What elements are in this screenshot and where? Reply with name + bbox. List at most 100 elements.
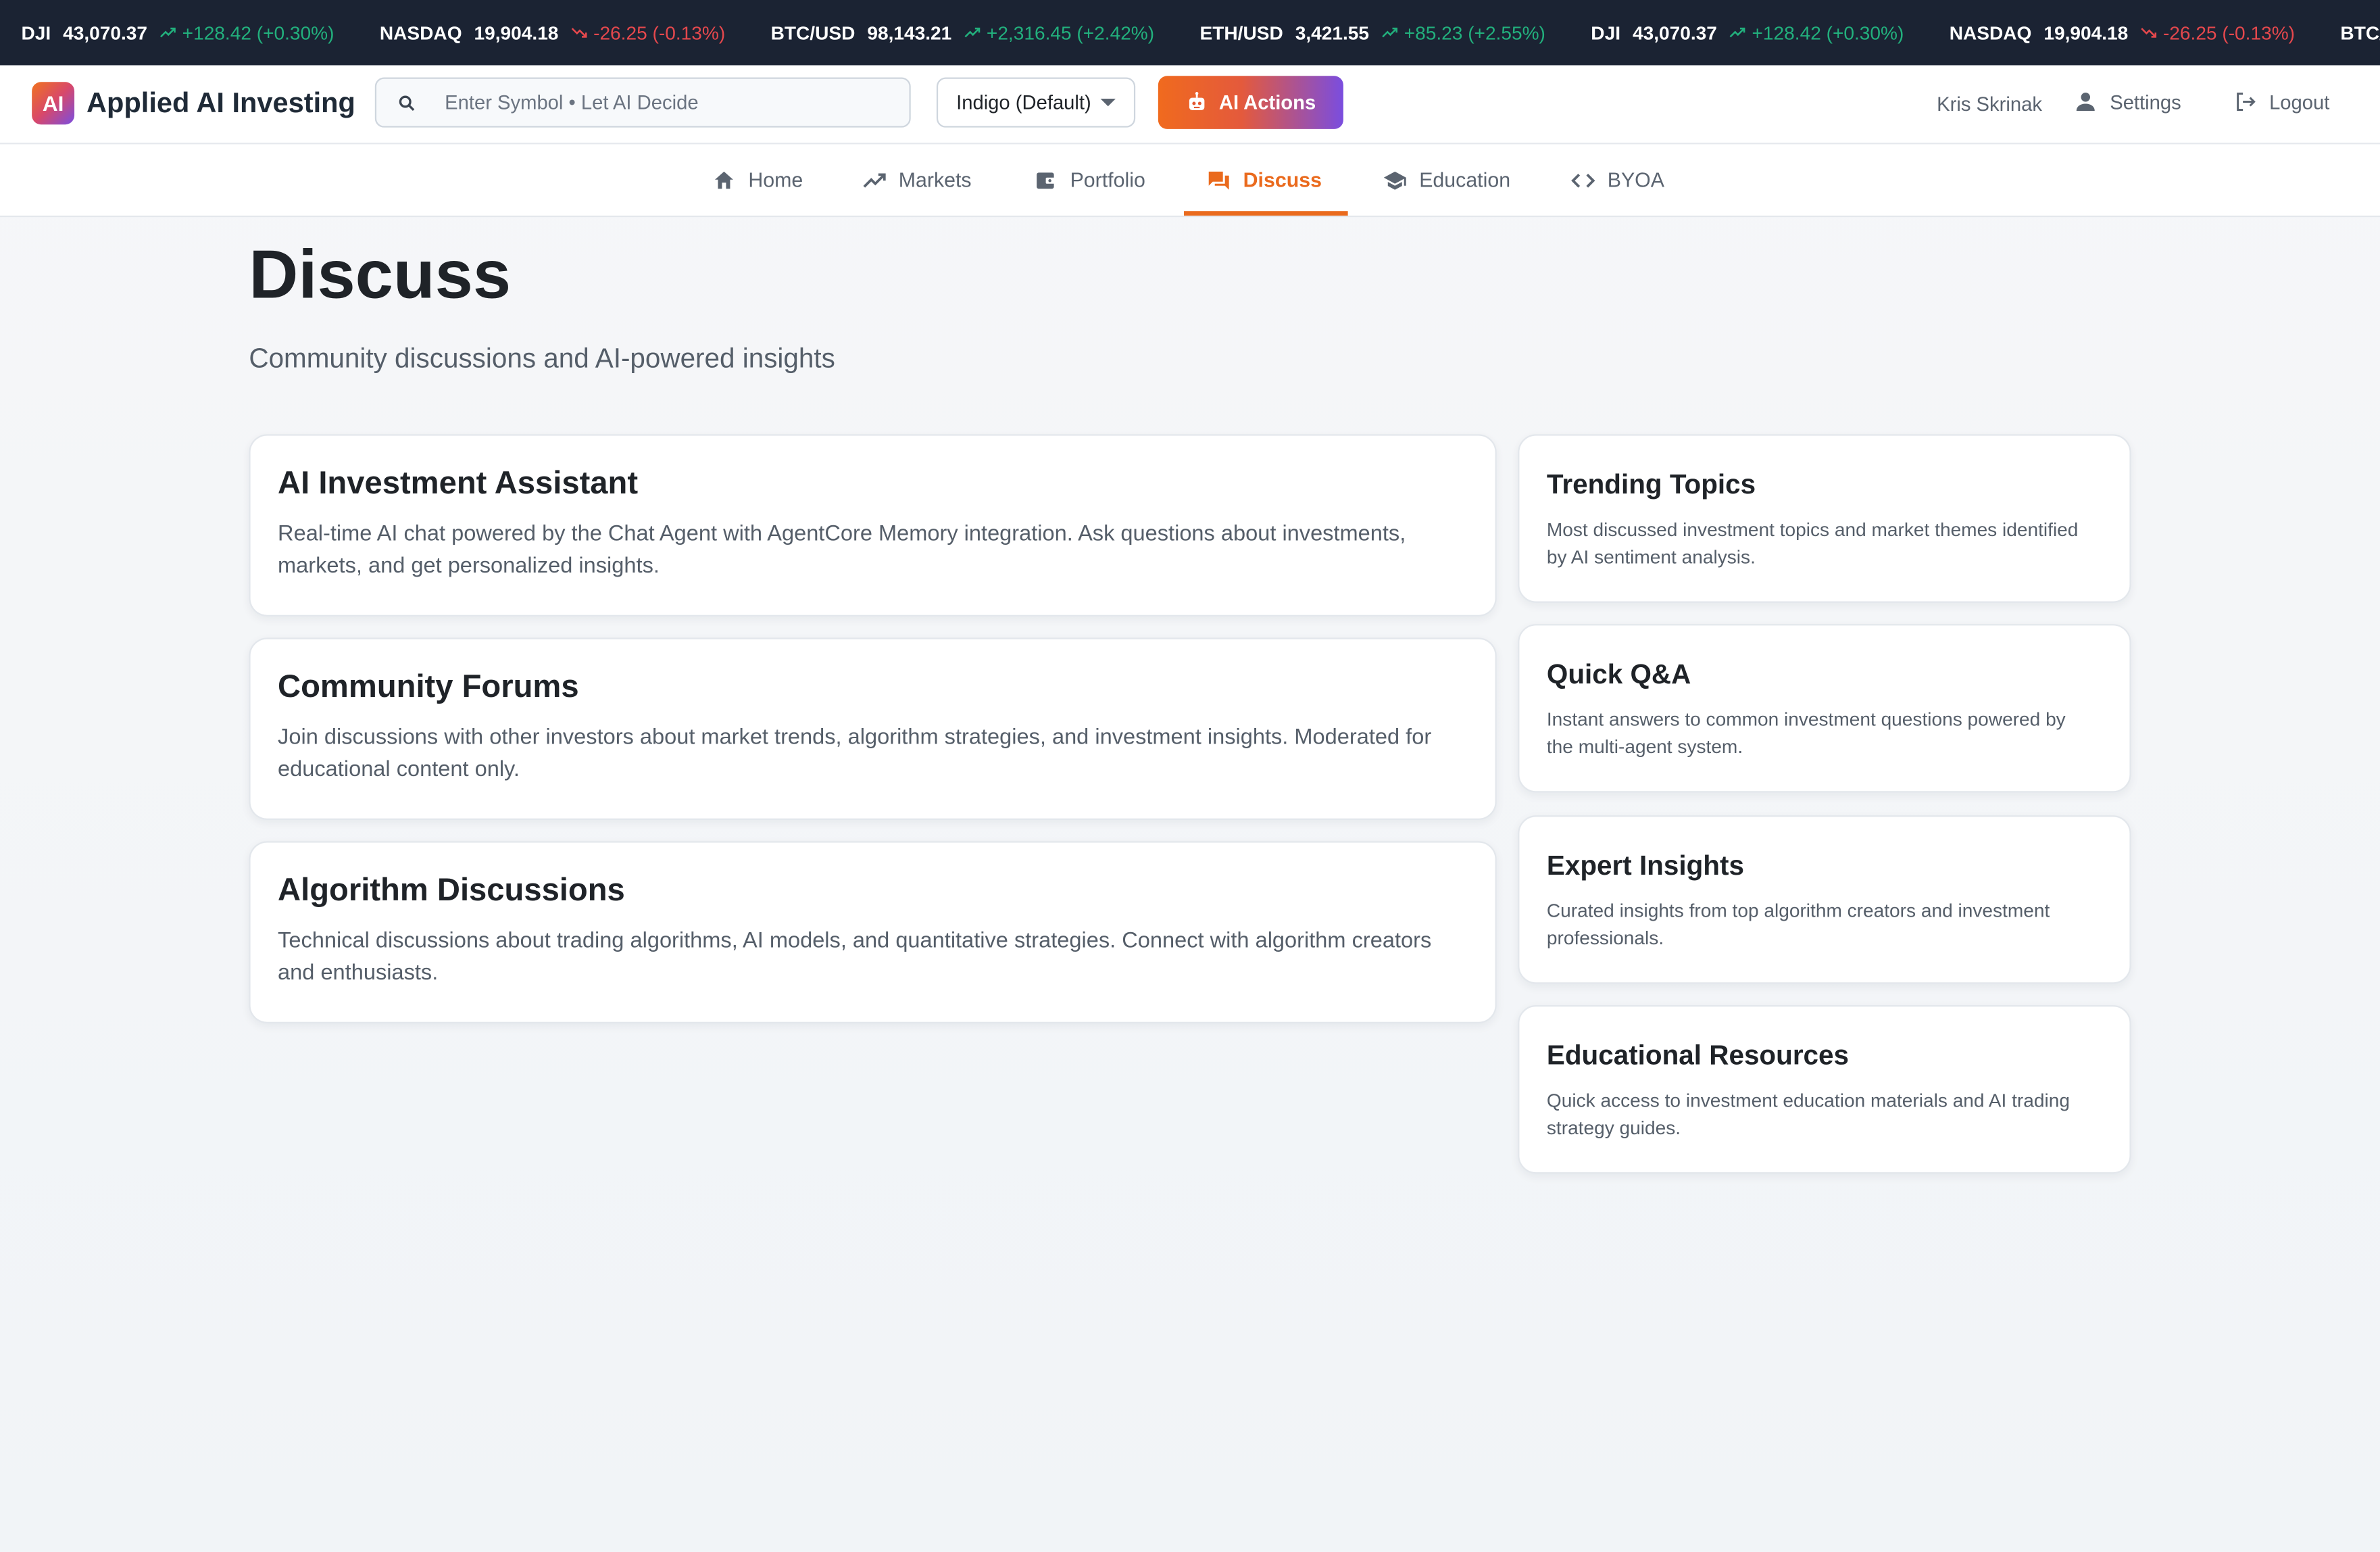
ai-investment-assistant-card[interactable]: AI Investment Assistant Real-time AI cha… (249, 434, 1497, 616)
ticker-change-value: +128.42 (+0.30%) (1752, 22, 1904, 44)
ticker-price: 19,904.18 (2043, 22, 2129, 44)
card-description: Most discussed investment topics and mar… (1546, 519, 2079, 568)
ticker-change-value: -26.25 (-0.13%) (593, 22, 726, 44)
ticker-item[interactable]: NASDAQ 19,904.18 -26.25 (-0.13%) (1950, 22, 2295, 43)
active-tab-indicator (1184, 211, 1348, 216)
trend-down-icon (2141, 28, 2157, 38)
ticker-item[interactable]: NASDAQ 19,904.18 -26.25 (-0.13%) (380, 22, 725, 43)
ticker-symbol: BTC/USD (2340, 22, 2380, 44)
ticker-item[interactable]: DJI 43,070.37 +128.42 (+0.30%) (1591, 22, 1904, 43)
card-title: Expert Insights (1546, 850, 1744, 881)
ticker-change-value: +128.42 (+0.30%) (182, 22, 334, 44)
code-icon (1571, 172, 1595, 187)
ticker-item[interactable]: BTC/USD (2340, 22, 2380, 43)
ai-actions-button[interactable]: AI Actions (1158, 76, 1343, 129)
theme-select[interactable]: Indigo (Default) (936, 77, 1136, 128)
theme-select-value: Indigo (Default) (956, 91, 1091, 114)
ticker-price: 43,070.37 (63, 22, 148, 44)
card-title: Community Forums (278, 669, 579, 705)
nav-tab-discuss[interactable]: Discuss (1207, 144, 1322, 216)
ticker-symbol: DJI (1591, 22, 1620, 44)
card-title: Algorithm Discussions (278, 873, 625, 908)
ticker-change: +128.42 (+0.30%) (1729, 22, 1904, 43)
ticker-change: +2,316.45 (+2.42%) (964, 22, 1154, 43)
settings-label: Settings (2110, 90, 2181, 114)
trend-down-icon (571, 28, 587, 38)
card-title: Trending Topics (1546, 469, 1756, 500)
card-description: Instant answers to common investment que… (1546, 708, 2066, 758)
ai-actions-label: AI Actions (1218, 91, 1316, 114)
card-title: AI Investment Assistant (278, 466, 639, 502)
ticker-change: -26.25 (-0.13%) (2140, 22, 2295, 43)
ticker-change: +128.42 (+0.30%) (159, 22, 334, 43)
algorithm-discussions-card[interactable]: Algorithm Discussions Technical discussi… (249, 841, 1497, 1023)
search-input[interactable] (445, 91, 870, 114)
card-description: Join discussions with other investors ab… (278, 725, 1432, 782)
nav-tab-label: Discuss (1243, 168, 1322, 192)
trend-up-icon (964, 27, 981, 38)
logout-link[interactable]: Logout (2233, 90, 2329, 114)
trend-up-icon (160, 27, 176, 38)
nav-tab-home[interactable]: Home (712, 144, 803, 216)
ticker-symbol: DJI (21, 22, 51, 44)
card-description: Real-time AI chat powered by the Chat Ag… (278, 522, 1406, 579)
home-icon (714, 170, 733, 189)
graduation-cap-icon (1383, 170, 1406, 189)
nav-tab-label: BYOA (1607, 168, 1664, 192)
trending-topics-card[interactable]: Trending Topics Most discussed investmen… (1518, 434, 2131, 603)
app-title[interactable]: Applied AI Investing (86, 87, 355, 120)
ticker-symbol: NASDAQ (379, 22, 462, 44)
ticker-item[interactable]: ETH/USD 3,421.55 +85.23 (+2.55%) (1200, 22, 1545, 43)
quick-qa-card[interactable]: Quick Q&A Instant answers to common inve… (1518, 624, 2131, 793)
market-ticker: DJI 43,070.37 +128.42 (+0.30%) NASDAQ 19… (0, 0, 2380, 66)
logout-label: Logout (2269, 90, 2330, 114)
expert-insights-card[interactable]: Expert Insights Curated insights from to… (1518, 815, 2131, 984)
search-icon (399, 95, 415, 110)
card-title: Quick Q&A (1546, 658, 1691, 689)
card-description: Quick access to investment education mat… (1546, 1090, 2070, 1139)
page-title: Discuss (249, 235, 512, 313)
nav-tab-label: Home (748, 168, 803, 192)
nav-tab-label: Portfolio (1070, 168, 1145, 192)
user-icon (2076, 93, 2095, 111)
settings-link[interactable]: Settings (2073, 90, 2181, 114)
page-subtitle: Community discussions and AI-powered ins… (249, 343, 835, 374)
main-nav: Home Markets Portfolio Discuss Education… (0, 143, 2380, 218)
ticker-change: +85.23 (+2.55%) (1381, 22, 1545, 43)
nav-tab-education[interactable]: Education (1383, 144, 1510, 216)
trend-up-icon (1729, 27, 1745, 38)
ticker-symbol: BTC/USD (770, 22, 856, 44)
ticker-item[interactable]: BTC/USD 98,143.21 +2,316.45 (+2.42%) (771, 22, 1155, 43)
nav-tab-label: Markets (898, 168, 972, 192)
symbol-search (374, 77, 911, 128)
nav-tab-markets[interactable]: Markets (862, 144, 972, 216)
ticker-change-value: +2,316.45 (+2.42%) (986, 22, 1155, 44)
user-name: Kris Skrinak (1937, 93, 2042, 116)
nav-tab-portfolio[interactable]: Portfolio (1034, 144, 1145, 216)
page: DJI 43,070.37 +128.42 (+0.30%) NASDAQ 19… (0, 0, 2380, 1552)
logout-icon (2237, 93, 2256, 111)
card-title: Educational Resources (1546, 1040, 1850, 1071)
nav-tab-label: Education (1419, 168, 1511, 192)
ticker-price: 19,904.18 (474, 22, 559, 44)
ticker-change: -26.25 (-0.13%) (570, 22, 725, 43)
card-description: Technical discussions about trading algo… (278, 929, 1432, 986)
robot-icon (1189, 92, 1205, 110)
ticker-price: 43,070.37 (1632, 22, 1717, 44)
community-forums-card[interactable]: Community Forums Join discussions with o… (249, 637, 1497, 820)
ticker-change-value: +85.23 (+2.55%) (1404, 22, 1545, 44)
trend-up-icon (1382, 27, 1397, 38)
nav-tab-byoa[interactable]: BYOA (1571, 144, 1664, 216)
ticker-change-value: -26.25 (-0.13%) (2162, 22, 2296, 44)
ticker-price: 98,143.21 (867, 22, 952, 44)
chat-icon (1208, 170, 1229, 189)
app-header: AI Applied AI Investing Indigo (Default)… (0, 65, 2380, 143)
educational-resources-card[interactable]: Educational Resources Quick access to in… (1518, 1004, 2131, 1174)
chevron-down-icon (1100, 99, 1116, 107)
card-description: Curated insights from top algorithm crea… (1546, 900, 2050, 949)
ticker-price: 3,421.55 (1295, 22, 1370, 44)
app-logo[interactable]: AI (32, 82, 75, 125)
ticker-symbol: ETH/USD (1199, 22, 1283, 44)
ticker-item[interactable]: DJI 43,070.37 +128.42 (+0.30%) (21, 22, 334, 43)
wallet-icon (1037, 172, 1056, 189)
